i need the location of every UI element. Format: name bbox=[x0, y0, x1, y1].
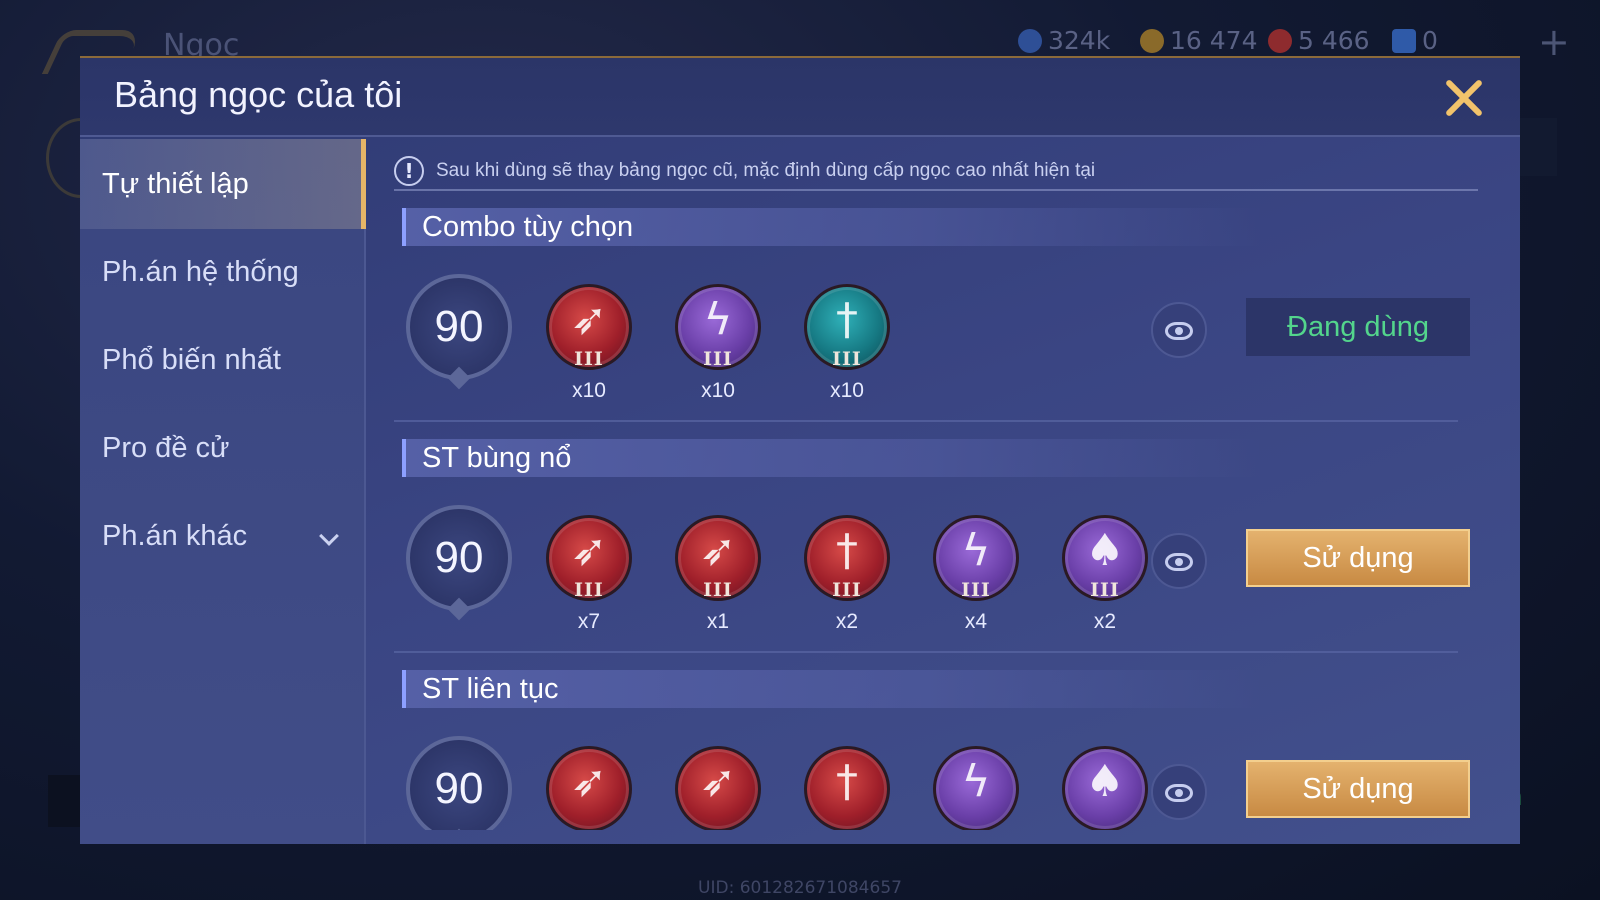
resource-blue-gem: 324k bbox=[1018, 26, 1110, 55]
notice-bar: ! Sau khi dùng sẽ thay bảng ngọc cũ, mặc… bbox=[394, 148, 1476, 194]
blue-gem-icon bbox=[1018, 28, 1042, 53]
level-badge: 90 bbox=[406, 274, 512, 390]
rune-gem: ➶ III x1 bbox=[673, 515, 763, 635]
sidebar-item-label: Pro đề cử bbox=[102, 431, 230, 464]
rune-board-dialog: Bảng ngọc của tôi Tự thiết lập Ph.án hệ … bbox=[80, 56, 1520, 844]
gem-count: x10 bbox=[830, 379, 864, 402]
preset-category-sidebar: Tự thiết lập Ph.án hệ thống Phổ biến nhấ… bbox=[80, 139, 366, 844]
level-value: 90 bbox=[434, 764, 484, 813]
rune-gem: † III x2 bbox=[802, 515, 892, 635]
sidebar-item-label: Tự thiết lập bbox=[102, 167, 249, 200]
blue-card-icon bbox=[1392, 28, 1416, 53]
gem-count: x10 bbox=[701, 379, 735, 402]
use-button[interactable]: Sử dụng bbox=[1246, 529, 1470, 587]
preview-button[interactable] bbox=[1151, 533, 1207, 589]
level-badge: 90 bbox=[406, 505, 512, 621]
rune-gem: ➶ bbox=[673, 746, 763, 830]
notice-divider bbox=[394, 189, 1478, 191]
chevron-down-icon bbox=[319, 526, 339, 546]
preset-title: ST bùng nổ bbox=[402, 439, 1262, 477]
preset-title: Combo tùy chọn bbox=[402, 208, 1262, 246]
rune-gem: † bbox=[802, 746, 892, 830]
rune-gem: ϟ III x10 bbox=[673, 284, 763, 404]
preset-row: ST bùng nổ 90 ➶ III x7 ➶ III x1 † III x2… bbox=[394, 439, 1480, 675]
row-divider bbox=[394, 420, 1458, 422]
preset-row: Combo tùy chọn 90 ➶ III x10 ϟ III x10 † … bbox=[394, 208, 1480, 444]
gem-tier: III bbox=[832, 348, 862, 370]
preset-row: ST liên tục 90 ➶ ➶ † ϟ ♠ Sử dụng bbox=[402, 670, 1480, 830]
gold-coin-icon bbox=[1140, 28, 1164, 53]
gem-tier: III bbox=[961, 579, 991, 601]
gem-tier: III bbox=[574, 348, 604, 370]
level-value: 90 bbox=[434, 533, 484, 582]
dialog-title: Bảng ngọc của tôi bbox=[114, 74, 403, 115]
preset-title: ST liên tục bbox=[402, 670, 1262, 708]
add-resource-button[interactable]: + bbox=[1538, 20, 1570, 64]
gem-tier: III bbox=[574, 579, 604, 601]
sidebar-item-pro[interactable]: Pro đề cử bbox=[80, 403, 366, 493]
gem-count: x10 bbox=[572, 379, 606, 402]
rune-gem: ϟ bbox=[931, 746, 1021, 830]
uid-label: UID: 601282671084657 bbox=[698, 878, 902, 898]
sidebar-item-label: Ph.án khác bbox=[102, 519, 248, 552]
gem-count: x4 bbox=[964, 610, 988, 633]
rune-gem: ➶ III x10 bbox=[544, 284, 634, 404]
resource-card: 0 bbox=[1392, 26, 1438, 55]
sidebar-item-other[interactable]: Ph.án khác bbox=[80, 491, 366, 581]
gem-count: x2 bbox=[835, 610, 859, 633]
use-button[interactable]: Sử dụng bbox=[1246, 760, 1470, 818]
gem-count: x1 bbox=[706, 610, 730, 633]
gem-tier: III bbox=[832, 579, 862, 601]
rune-gem: † III x10 bbox=[802, 284, 892, 404]
rune-gem: ♠ bbox=[1060, 746, 1150, 830]
gem-tier: III bbox=[703, 348, 733, 370]
sidebar-item-label: Ph.án hệ thống bbox=[102, 255, 299, 288]
close-button[interactable] bbox=[1442, 76, 1486, 120]
preview-button[interactable] bbox=[1151, 302, 1207, 358]
gem-tier: III bbox=[1090, 579, 1120, 601]
gem-count: x7 bbox=[577, 610, 601, 633]
level-value: 90 bbox=[434, 302, 484, 351]
rune-gem: ➶ III x7 bbox=[544, 515, 634, 635]
resource-gold: 16 474 bbox=[1140, 26, 1257, 55]
rune-gem: ➶ bbox=[544, 746, 634, 830]
level-badge: 90 bbox=[406, 736, 512, 830]
notice-text: Sau khi dùng sẽ thay bảng ngọc cũ, mặc đ… bbox=[436, 160, 1096, 181]
sidebar-item-custom[interactable]: Tự thiết lập bbox=[80, 139, 366, 229]
sidebar-item-label: Phổ biến nhất bbox=[102, 343, 281, 376]
rune-gem: ♠ III x2 bbox=[1060, 515, 1150, 635]
preview-button[interactable] bbox=[1151, 764, 1207, 820]
row-divider bbox=[394, 651, 1458, 653]
red-voucher-icon bbox=[1268, 28, 1292, 53]
dialog-header: Bảng ngọc của tôi bbox=[80, 58, 1520, 137]
sidebar-item-system[interactable]: Ph.án hệ thống bbox=[80, 227, 366, 317]
rune-gem: ϟ III x4 bbox=[931, 515, 1021, 635]
gem-tier: III bbox=[703, 579, 733, 601]
info-icon: ! bbox=[394, 156, 424, 186]
gem-count: x2 bbox=[1093, 610, 1117, 633]
in-use-button[interactable]: Đang dùng bbox=[1246, 298, 1470, 356]
sidebar-item-popular[interactable]: Phổ biến nhất bbox=[80, 315, 366, 405]
background-panel-left bbox=[48, 775, 80, 827]
resource-red-voucher: 5 466 bbox=[1268, 26, 1370, 55]
